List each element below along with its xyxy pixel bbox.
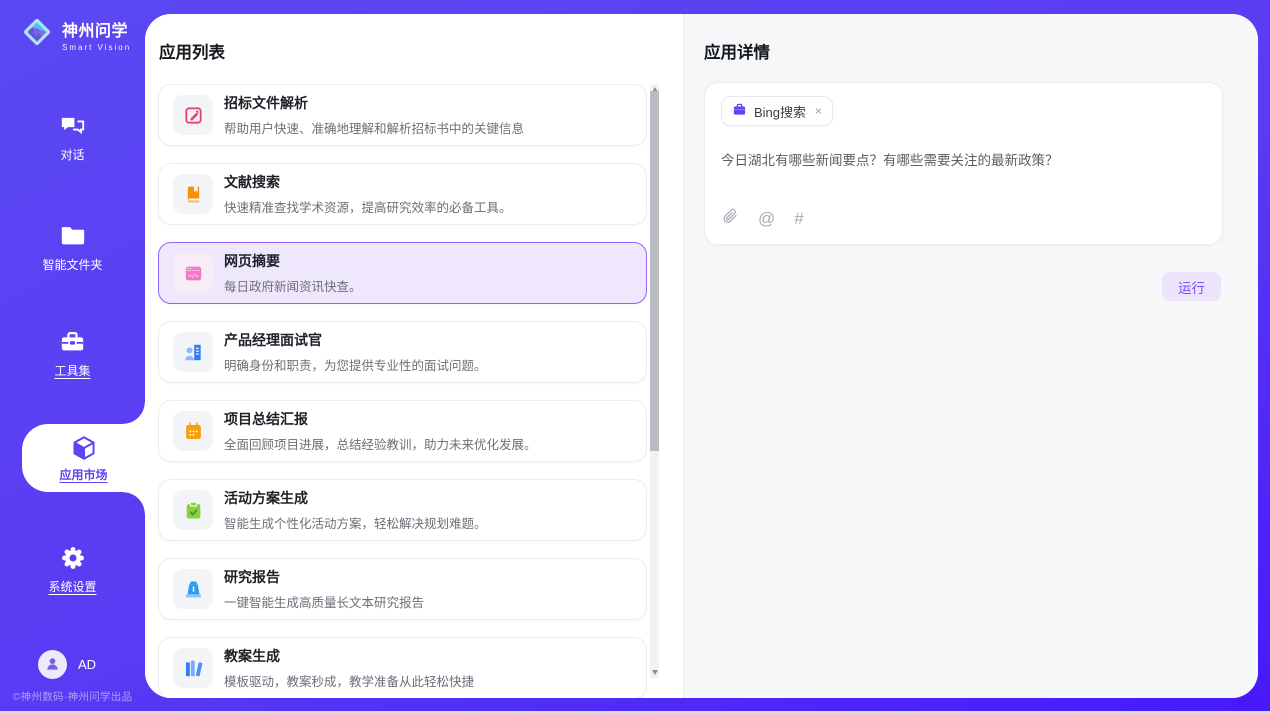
app-card-3[interactable]: 产品经理面试官明确身份和职责，为您提供专业性的面试问题。 xyxy=(158,321,647,383)
gear-icon xyxy=(59,544,87,571)
toolbox-icon xyxy=(59,328,86,355)
app-card-6[interactable]: 研究报告一键智能生成高质量长文本研究报告 xyxy=(158,558,647,620)
app-card-7[interactable]: 教案生成模板驱动，教案秒成，教学准备从此轻松快捷 xyxy=(158,637,647,698)
avatar[interactable] xyxy=(38,650,67,679)
run-button[interactable]: 运行 xyxy=(1162,272,1221,301)
composer-card: Bing搜索 × 今日湖北有哪些新闻要点？有哪些需要关注的最新政策？ @# xyxy=(704,82,1223,245)
app-description: 每日政府新闻资讯快查。 xyxy=(224,276,362,295)
app-detail-title: 应用详情 xyxy=(704,39,770,63)
app-logo: 神州问学 Smart Vision xyxy=(19,14,131,55)
chip-close-icon[interactable]: × xyxy=(815,104,822,118)
book-icon xyxy=(173,174,213,214)
sidebar-item-3[interactable]: 应用市场 xyxy=(22,424,145,492)
app-card-5[interactable]: 活动方案生成智能生成个性化活动方案，轻松解决规划难题。 xyxy=(158,479,647,541)
app-list-panel: 应用列表 招标文件解析帮助用户快速、准确地理解和解析招标书中的关键信息文献搜索快… xyxy=(145,14,683,698)
app-card-4[interactable]: 项目总结汇报全面回顾项目进展，总结经验教训，助力未来优化发展。 xyxy=(158,400,647,462)
app-name: 项目总结汇报 xyxy=(224,411,308,427)
sidebar-item-label: 智能文件夹 xyxy=(42,256,102,273)
ink-icon xyxy=(173,569,213,609)
chat-icon xyxy=(59,112,86,139)
briefcase-icon xyxy=(732,102,747,120)
content-panel: 应用列表 招标文件解析帮助用户快速、准确地理解和解析招标书中的关键信息文献搜索快… xyxy=(145,14,1258,698)
at-icon[interactable]: @ xyxy=(758,210,775,227)
hash-icon[interactable]: # xyxy=(794,210,803,227)
sidebar-item-1[interactable]: 智能文件夹 xyxy=(0,222,145,273)
copyright-text: ©神州数码·神州问学出品 xyxy=(0,689,145,704)
sidebar-item-label: 系统设置 xyxy=(48,578,96,595)
app-name: 活动方案生成 xyxy=(224,490,308,506)
sidebar-item-2[interactable]: 工具集 xyxy=(0,328,145,379)
app-name: 教案生成 xyxy=(224,648,280,664)
browser-code-icon: </> xyxy=(173,253,213,293)
doc-edit-icon xyxy=(173,95,213,135)
app-description: 模板驱动，教案秒成，教学准备从此轻松快捷 xyxy=(224,671,474,690)
clipboard-check-icon xyxy=(173,490,213,530)
scrollbar-thumb[interactable] xyxy=(650,91,659,451)
app-description: 全面回顾项目进展，总结经验教训，助力未来优化发展。 xyxy=(224,434,537,453)
app-list-scrollbar[interactable] xyxy=(650,84,659,678)
brand-tagline: Smart Vision xyxy=(62,43,131,52)
tool-chip-label: Bing搜索 xyxy=(754,102,806,121)
tool-chip-bing-search[interactable]: Bing搜索 × xyxy=(721,96,833,126)
interview-icon xyxy=(173,332,213,372)
prompt-input[interactable]: 今日湖北有哪些新闻要点？有哪些需要关注的最新政策？ xyxy=(721,151,1206,171)
sidebar-item-label: 应用市场 xyxy=(59,466,107,483)
app-description: 快速精准查找学术资源，提高研究效率的必备工具。 xyxy=(224,197,512,216)
sidebar: 神州问学 Smart Vision 对话智能文件夹工具集应用市场系统设置 AD … xyxy=(0,0,145,714)
sidebar-item-label: 工具集 xyxy=(54,362,90,379)
sidebar-item-0[interactable]: 对话 xyxy=(0,112,145,163)
app-name: 网页摘要 xyxy=(224,253,280,269)
app-detail-panel: 应用详情 Bing搜索 × 今日湖北有哪些新闻要点？有哪些需要关注的最新政策？ … xyxy=(683,14,1258,698)
app-name: 文献搜索 xyxy=(224,174,280,190)
app-name: 招标文件解析 xyxy=(224,95,308,111)
svg-text:</>: </> xyxy=(188,273,199,279)
diamond-logo-icon xyxy=(19,14,55,55)
paperclip-icon[interactable] xyxy=(721,207,739,230)
app-name: 产品经理面试官 xyxy=(224,332,322,348)
note-icon xyxy=(173,411,213,451)
sidebar-item-4[interactable]: 系统设置 xyxy=(0,544,145,595)
app-description: 明确身份和职责，为您提供专业性的面试问题。 xyxy=(224,355,487,374)
app-name: 研究报告 xyxy=(224,569,280,585)
scroll-down-arrow[interactable] xyxy=(652,670,658,675)
sidebar-item-label: 对话 xyxy=(60,146,84,163)
app-description: 一键智能生成高质量长文本研究报告 xyxy=(224,592,424,611)
cube-icon xyxy=(70,434,98,461)
folder-icon xyxy=(59,222,86,249)
app-card-0[interactable]: 招标文件解析帮助用户快速、准确地理解和解析招标书中的关键信息 xyxy=(158,84,647,146)
user-initials: AD xyxy=(78,657,96,672)
app-card-1[interactable]: 文献搜索快速精准查找学术资源，提高研究效率的必备工具。 xyxy=(158,163,647,225)
books-icon xyxy=(173,648,213,688)
composer-toolbar: @# xyxy=(721,207,1206,230)
brand-name: 神州问学 xyxy=(62,17,131,41)
app-list: 招标文件解析帮助用户快速、准确地理解和解析招标书中的关键信息文献搜索快速精准查找… xyxy=(158,84,647,698)
user-row[interactable]: AD xyxy=(38,650,96,679)
app-list-title: 应用列表 xyxy=(159,39,225,63)
user-icon xyxy=(44,655,61,675)
app-card-2[interactable]: </> 网页摘要每日政府新闻资讯快查。 xyxy=(158,242,647,304)
app-description: 智能生成个性化活动方案，轻松解决规划难题。 xyxy=(224,513,487,532)
app-description: 帮助用户快速、准确地理解和解析招标书中的关键信息 xyxy=(224,118,524,137)
